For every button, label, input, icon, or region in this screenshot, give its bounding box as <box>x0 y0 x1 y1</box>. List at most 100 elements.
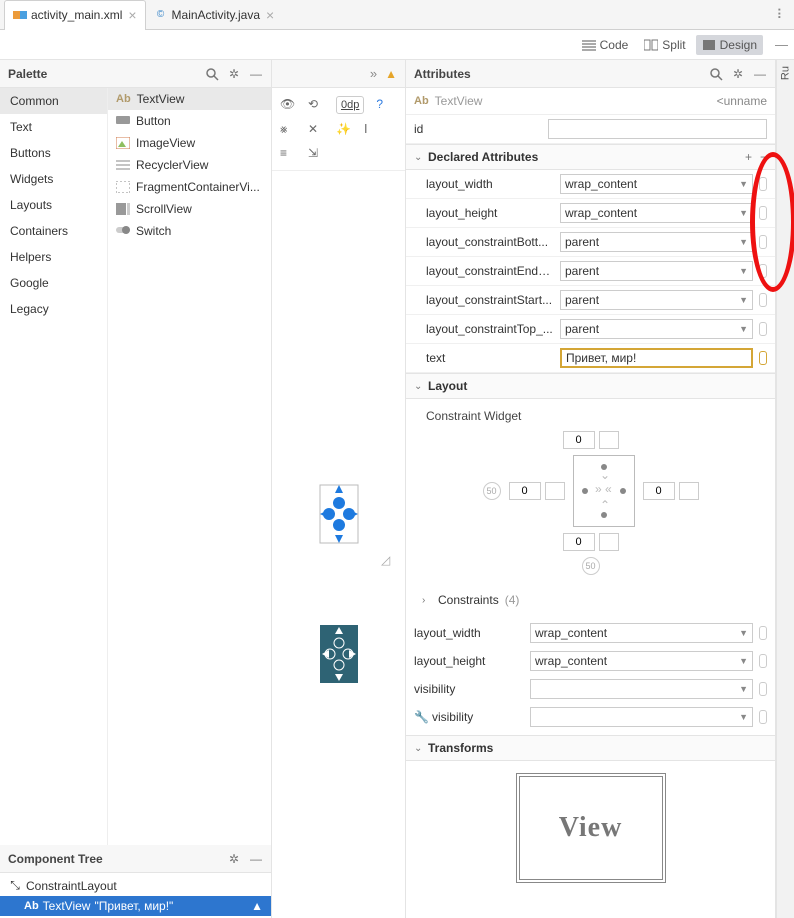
layout-attr-dd[interactable]: ▼ <box>530 679 753 699</box>
tab-activity-main[interactable]: activity_main.xml × <box>4 0 146 30</box>
text-value-input[interactable]: Привет, мир! <box>560 348 753 368</box>
close-icon[interactable]: × <box>128 7 136 23</box>
transforms-section[interactable]: ⌄ Transforms <box>406 735 775 761</box>
view-preview-box[interactable]: View <box>516 773 666 883</box>
palette-item[interactable]: Switch <box>108 220 271 242</box>
run-panel-label[interactable]: Ru <box>780 66 792 80</box>
device-preview-blue[interactable] <box>316 481 362 547</box>
layout-section[interactable]: ⌄ Layout <box>406 373 775 399</box>
orientation-icon[interactable]: ⟲ <box>308 97 324 113</box>
flag-icon[interactable] <box>759 177 767 191</box>
resize-handle-icon[interactable]: ◿ <box>381 553 390 567</box>
warning-icon[interactable]: ▲ <box>385 67 397 81</box>
flag-icon[interactable] <box>759 264 767 278</box>
flag-icon[interactable] <box>759 710 767 724</box>
palette-item[interactable]: FragmentContainerVi... <box>108 176 271 198</box>
cw-bias-bottom[interactable]: 50 <box>582 557 600 575</box>
minimize-icon[interactable]: — <box>249 67 263 81</box>
cw-top-input[interactable] <box>563 431 595 449</box>
view-split-button[interactable]: Split <box>638 35 691 55</box>
design-canvas: » ▲ 👁 ⟲ 0dp ? ⨳ ✕ ✨ Ⅰ ≡ ⇲ <box>272 60 406 918</box>
palette-item[interactable]: AbTextView <box>108 88 271 110</box>
align-icon[interactable]: ≡ <box>280 146 296 162</box>
cw-left-dd[interactable] <box>545 482 565 500</box>
attr-value-dd[interactable]: parent▼ <box>560 232 753 252</box>
attr-value-dd[interactable]: parent▼ <box>560 290 753 310</box>
cw-right-dd[interactable] <box>679 482 699 500</box>
constraints-expander[interactable]: › Constraints (4) <box>406 585 775 615</box>
flag-icon[interactable] <box>759 235 767 249</box>
minimize-icon[interactable]: — <box>753 67 767 81</box>
minimize-icon[interactable]: — <box>249 852 263 866</box>
search-icon[interactable] <box>205 67 219 81</box>
warning-icon[interactable]: ▲ <box>251 899 263 913</box>
guideline-icon[interactable]: Ⅰ <box>364 122 380 138</box>
view-design-button[interactable]: Design <box>696 35 763 55</box>
flag-icon[interactable] <box>759 351 767 365</box>
dp-field[interactable]: 0dp <box>336 96 364 114</box>
declared-attributes-section[interactable]: ⌄ Declared Attributes + − <box>406 144 775 170</box>
flag-icon[interactable] <box>759 654 767 668</box>
tree-row-child[interactable]: Ab TextView "Привет, мир!" ▲ <box>0 896 271 916</box>
chevron-down-icon: ⌄ <box>414 381 424 392</box>
palette-category[interactable]: Text <box>0 114 107 140</box>
gear-icon[interactable]: ✲ <box>731 67 745 81</box>
cw-right-input[interactable] <box>643 482 675 500</box>
layout-attr-dd[interactable]: wrap_content▼ <box>530 623 753 643</box>
gear-icon[interactable]: ✲ <box>227 67 241 81</box>
help-icon[interactable]: ? <box>376 97 392 113</box>
cw-bottom-dd[interactable] <box>599 533 619 551</box>
palette-item[interactable]: ImageView <box>108 132 271 154</box>
cw-left-input[interactable] <box>509 482 541 500</box>
textview-icon: Ab <box>116 93 131 105</box>
expand-icon[interactable]: » <box>370 66 377 81</box>
palette-category[interactable]: Buttons <box>0 140 107 166</box>
close-icon[interactable]: × <box>266 7 274 23</box>
add-icon[interactable]: + <box>745 150 752 164</box>
minimize-icon[interactable]: — <box>775 37 788 52</box>
id-input[interactable] <box>548 119 767 139</box>
pack-icon[interactable]: ⇲ <box>308 146 324 162</box>
device-preview-teal[interactable] <box>316 621 362 687</box>
attr-value-dd[interactable]: parent▼ <box>560 319 753 339</box>
autoconnect-icon[interactable]: ⨳ <box>280 122 296 138</box>
flag-icon[interactable] <box>759 206 767 220</box>
palette-category[interactable]: Google <box>0 270 107 296</box>
attr-value-dd[interactable]: wrap_content▼ <box>560 174 753 194</box>
attr-row: layout_constraintBott...parent▼ <box>406 228 775 257</box>
palette-item[interactable]: ScrollView <box>108 198 271 220</box>
palette-category[interactable]: Layouts <box>0 192 107 218</box>
overflow-icon[interactable]: ⠇ <box>776 7 786 23</box>
flag-icon[interactable] <box>759 322 767 336</box>
tree-row-root[interactable]: ⤡ ConstraintLayout <box>0 875 271 896</box>
palette-category[interactable]: Legacy <box>0 296 107 322</box>
attr-value-dd[interactable]: wrap_content▼ <box>560 203 753 223</box>
infer-icon[interactable]: ✨ <box>336 122 352 138</box>
remove-icon[interactable]: − <box>760 150 767 164</box>
palette-item[interactable]: RecyclerView <box>108 154 271 176</box>
cw-bottom-input[interactable] <box>563 533 595 551</box>
palette-category[interactable]: Containers <box>0 218 107 244</box>
cw-bias-left[interactable]: 50 <box>483 482 501 500</box>
view-code-button[interactable]: Code <box>576 35 635 55</box>
search-icon[interactable] <box>709 67 723 81</box>
palette-category[interactable]: Common <box>0 88 107 114</box>
gear-icon[interactable]: ✲ <box>227 852 241 866</box>
flag-icon[interactable] <box>759 293 767 307</box>
layout-attr-dd[interactable]: ▼ <box>530 707 753 727</box>
clear-icon[interactable]: ✕ <box>308 122 324 138</box>
svg-text:⌄: ⌄ <box>600 468 610 482</box>
attr-value-dd[interactable]: parent▼ <box>560 261 753 281</box>
eye-icon[interactable]: 👁 <box>280 97 296 113</box>
palette-item[interactable]: Button <box>108 110 271 132</box>
tab-main-activity[interactable]: © MainActivity.java × <box>146 0 283 30</box>
canvas-area[interactable]: ◿ <box>272 171 405 918</box>
layout-attr-dd[interactable]: wrap_content▼ <box>530 651 753 671</box>
constraint-box[interactable]: » « ⌄ ⌃ <box>573 455 635 527</box>
palette-category[interactable]: Widgets <box>0 166 107 192</box>
cw-top-dd[interactable] <box>599 431 619 449</box>
attr-row: layout_constraintEnd_...parent▼ <box>406 257 775 286</box>
palette-category[interactable]: Helpers <box>0 244 107 270</box>
flag-icon[interactable] <box>759 626 767 640</box>
flag-icon[interactable] <box>759 682 767 696</box>
